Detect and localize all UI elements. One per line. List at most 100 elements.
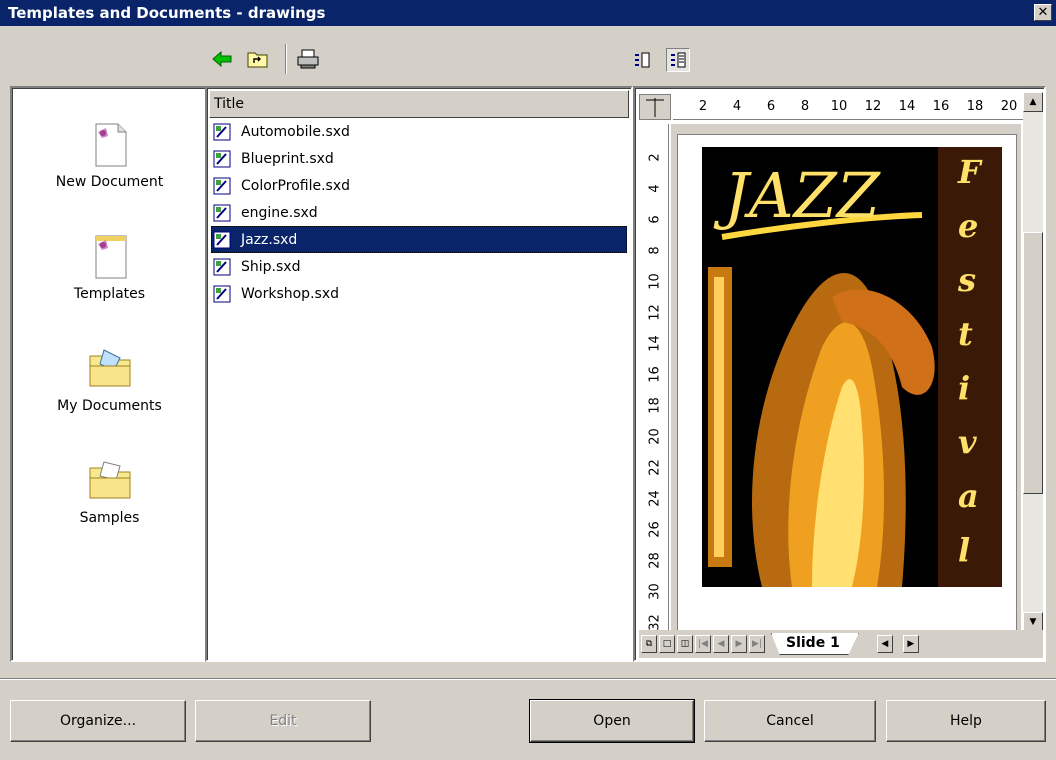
place-label: Samples <box>79 510 140 526</box>
poster-side-letter: e <box>958 207 978 245</box>
ruler-tick: 10 <box>647 273 663 290</box>
file-row[interactable]: Automobile.sxd <box>211 118 627 145</box>
poster-side-letter: F <box>957 153 983 191</box>
file-row[interactable]: Workshop.sxd <box>211 280 627 307</box>
file-name: engine.sxd <box>241 204 318 221</box>
drawing-file-icon <box>213 177 231 195</box>
horizontal-ruler: 2 4 6 8 10 12 14 16 18 20 <box>673 94 1023 120</box>
preview-page: JAZZ Festival <box>677 134 1017 632</box>
place-samples[interactable]: Samples <box>12 456 207 526</box>
file-name: Automobile.sxd <box>241 123 350 140</box>
drawing-file-icon <box>213 231 231 249</box>
ruler-tick: 26 <box>647 521 663 538</box>
cancel-button[interactable]: Cancel <box>704 700 876 742</box>
ruler-tick: 16 <box>932 99 950 114</box>
ruler-tick: 2 <box>647 153 663 162</box>
samples-folder-icon <box>86 456 134 504</box>
ruler-tick: 4 <box>647 184 663 193</box>
ruler-tick: 6 <box>766 99 776 114</box>
close-button[interactable]: ✕ <box>1034 4 1052 21</box>
file-name: Workshop.sxd <box>241 285 339 302</box>
file-row[interactable]: Blueprint.sxd <box>211 145 627 172</box>
poster-title: JAZZ <box>713 159 881 232</box>
preview-panel: 2 4 6 8 10 12 14 16 18 20 2 4 6 8 10 12 14 16 18 20 22 24 26 2… <box>633 86 1046 662</box>
file-list-panel: Title Automobile.sxd Blueprint.sxd ColorPr… <box>205 86 633 662</box>
ruler-tick: 14 <box>898 99 916 114</box>
ruler-tick: 18 <box>966 99 984 114</box>
place-templates[interactable]: Templates <box>12 232 207 302</box>
layer-view-icon[interactable]: ◫ <box>677 635 693 653</box>
print-icon[interactable] <box>296 46 320 72</box>
ruler-tick: 4 <box>732 99 742 114</box>
preview-canvas: JAZZ Festival <box>671 124 1021 632</box>
preview-vertical-scrollbar[interactable]: ▲ ▼ <box>1023 92 1043 632</box>
drawing-file-icon <box>213 258 231 276</box>
back-arrow-icon[interactable] <box>210 46 234 72</box>
scroll-thumb[interactable] <box>1023 232 1043 494</box>
button-divider <box>0 678 1056 680</box>
place-label: My Documents <box>57 398 162 414</box>
help-button[interactable]: Help <box>886 700 1046 742</box>
templates-icon <box>86 232 134 280</box>
poster-side-letter: v <box>958 423 977 461</box>
file-list: Automobile.sxd Blueprint.sxd ColorProfile.… <box>211 118 627 307</box>
window-title: Templates and Documents - drawings <box>8 4 326 22</box>
ruler-tick: 12 <box>647 304 663 321</box>
prev-slide-icon[interactable]: ◀ <box>713 635 729 653</box>
vertical-ruler: 2 4 6 8 10 12 14 16 18 20 22 24 26 28 30 32 <box>639 124 669 632</box>
up-folder-icon[interactable] <box>246 46 270 72</box>
edit-button[interactable]: Edit <box>195 700 371 742</box>
poster-side-letter: s <box>957 261 976 299</box>
master-view-icon[interactable]: □ <box>659 635 675 653</box>
file-row[interactable]: Jazz.sxd <box>211 226 627 253</box>
drawing-view-icon[interactable]: ⧉ <box>641 635 657 653</box>
new-document-icon <box>86 120 134 168</box>
place-my-documents[interactable]: My Documents <box>12 344 207 414</box>
ruler-tick: 6 <box>647 215 663 224</box>
place-label: Templates <box>73 286 146 302</box>
ruler-tick: 2 <box>698 99 708 114</box>
scroll-left-icon[interactable]: ◀ <box>876 635 893 653</box>
drawing-file-icon <box>213 123 231 141</box>
first-slide-icon[interactable]: |◀ <box>695 635 711 653</box>
toolbar-separator <box>285 44 287 74</box>
column-header-title[interactable]: Title <box>209 90 629 118</box>
ruler-tick: 30 <box>647 583 663 600</box>
ruler-tick: 20 <box>1000 99 1018 114</box>
ruler-tick: 8 <box>647 246 663 255</box>
ruler-tick: 12 <box>864 99 882 114</box>
scroll-down-button[interactable]: ▼ <box>1023 612 1043 632</box>
tab-slide-1[interactable]: Slide 1 <box>771 633 859 655</box>
poster-side-letter: l <box>958 531 970 569</box>
jazz-poster-image: JAZZ Festival <box>702 147 1002 587</box>
ruler-tick: 24 <box>647 490 663 507</box>
next-slide-icon[interactable]: ▶ <box>731 635 747 653</box>
scroll-up-button[interactable]: ▲ <box>1023 92 1043 112</box>
file-row[interactable]: engine.sxd <box>211 199 627 226</box>
file-name: ColorProfile.sxd <box>241 177 350 194</box>
last-slide-icon[interactable]: ▶| <box>749 635 765 653</box>
file-row[interactable]: Ship.sxd <box>211 253 627 280</box>
ruler-tick: 22 <box>647 459 663 476</box>
file-row[interactable]: ColorProfile.sxd <box>211 172 627 199</box>
ruler-tick: 28 <box>647 552 663 569</box>
preview-view-icon[interactable] <box>630 48 654 72</box>
scroll-right-icon[interactable]: ▶ <box>902 635 919 653</box>
open-button[interactable]: Open <box>529 699 695 743</box>
file-name: Ship.sxd <box>241 258 301 275</box>
my-documents-folder-icon <box>86 344 134 392</box>
organize-button[interactable]: Organize... <box>10 700 186 742</box>
document-properties-icon[interactable] <box>666 48 690 72</box>
ruler-tick: 10 <box>830 99 848 114</box>
poster-side-letter: i <box>958 369 970 407</box>
ruler-tick: 14 <box>647 335 663 352</box>
poster-side-letter: a <box>958 477 979 515</box>
ruler-tick: 16 <box>647 366 663 383</box>
poster-side-letter: t <box>958 315 973 353</box>
slide-tab-bar: ⧉ □ ◫ |◀ ◀ ▶ ▶| Slide 1 ◀ ▶ <box>639 630 1043 658</box>
ruler-corner <box>639 94 671 120</box>
place-new-document[interactable]: New Document <box>12 120 207 190</box>
drawing-file-icon <box>213 285 231 303</box>
drawing-file-icon <box>213 150 231 168</box>
ruler-tick: 18 <box>647 397 663 414</box>
